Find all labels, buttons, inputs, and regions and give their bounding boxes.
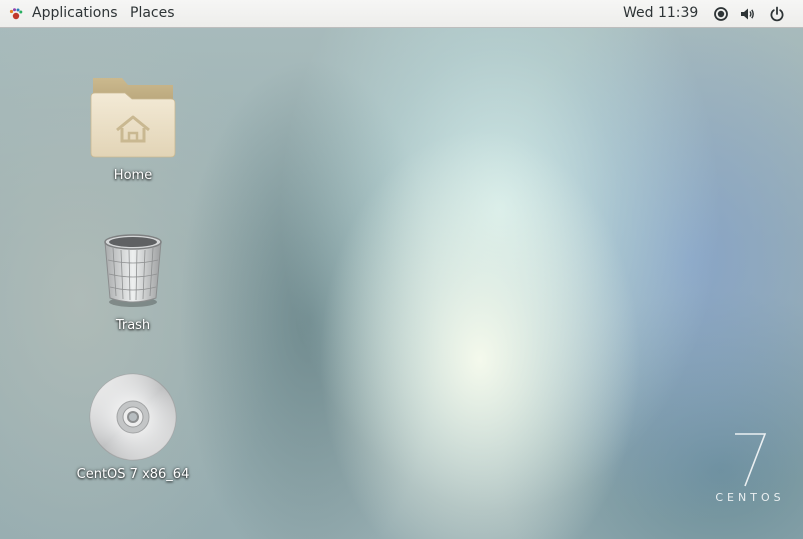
volume-icon[interactable] <box>740 6 756 22</box>
optical-disc-icon <box>89 373 177 461</box>
network-icon[interactable] <box>713 6 729 22</box>
applications-menu[interactable]: Applications <box>32 0 118 27</box>
home-folder-icon <box>90 78 176 158</box>
desktop-icon-label: CentOS 7 x86_64 <box>76 467 190 482</box>
places-menu[interactable]: Places <box>130 0 175 27</box>
clock[interactable]: Wed 11:39 <box>623 0 698 27</box>
desktop[interactable]: Applications Places Wed 11:39 Home Trash… <box>0 0 803 539</box>
desktop-icon-label: Trash <box>115 318 151 333</box>
centos-wordmark: CENTOS <box>715 491 785 504</box>
gnome-foot-icon <box>9 8 23 20</box>
top-bar: Applications Places Wed 11:39 <box>0 0 803 28</box>
desktop-icon-home[interactable]: Home <box>73 70 193 190</box>
desktop-icon-trash[interactable]: Trash <box>73 228 193 338</box>
desktop-icon-label: Home <box>113 168 153 183</box>
desktop-icon-centos-disc[interactable]: CentOS 7 x86_64 <box>73 370 193 490</box>
power-icon[interactable] <box>769 6 785 22</box>
trash-icon <box>104 234 162 307</box>
